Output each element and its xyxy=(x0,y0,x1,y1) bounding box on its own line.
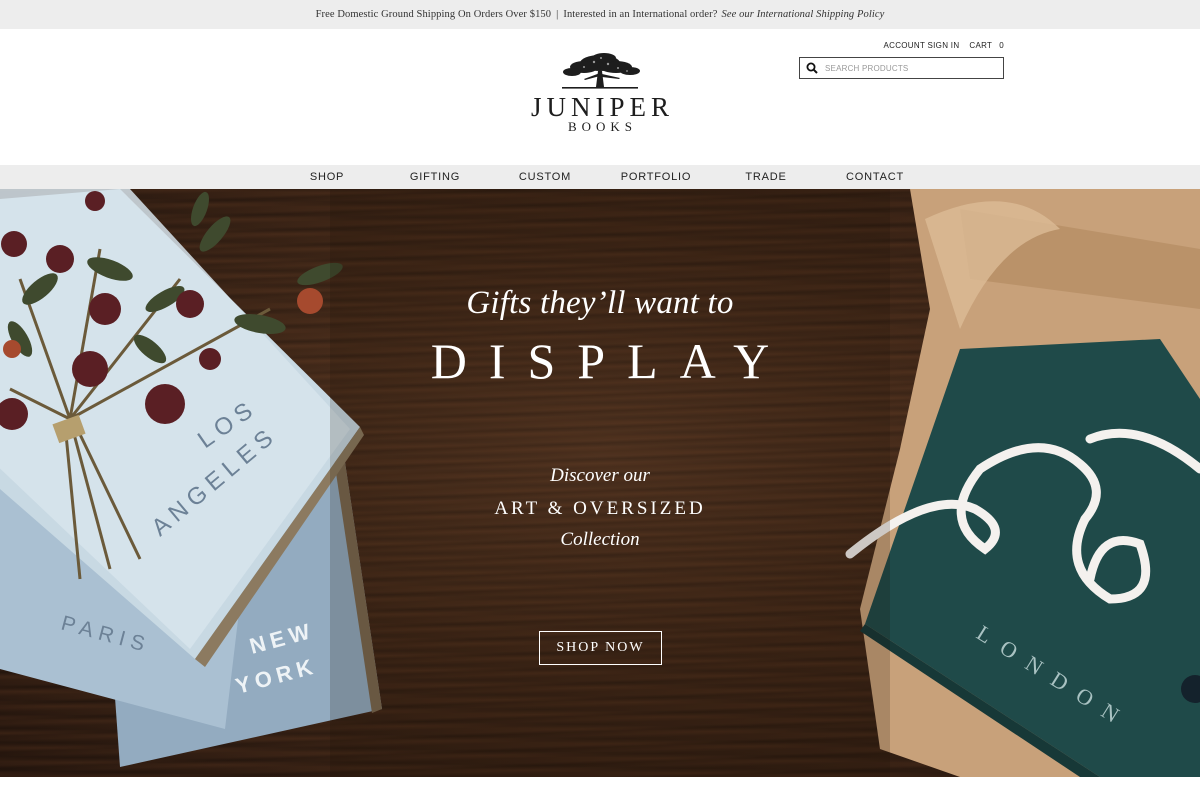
announcement-separator: | xyxy=(556,9,559,20)
announcement-bar: Free Domestic Ground Shipping On Orders … xyxy=(0,0,1200,29)
hero-subline-collection: Collection xyxy=(560,529,640,550)
brand-name-sub: BOOKS xyxy=(567,119,638,134)
hero-banner: LOS ANGELES PARIS NEW YORK LONDON Gifts … xyxy=(0,189,1200,777)
site-header: JUNIPER BOOKS ACCOUNT SIGN IN CART 0 xyxy=(0,29,1200,165)
account-links: ACCOUNT SIGN IN CART 0 xyxy=(883,41,1004,50)
search-box xyxy=(799,57,1004,79)
hero-copy: Gifts they’ll want to DISPLAY Discover o… xyxy=(0,189,1200,777)
nav-item-portfolio[interactable]: PORTFOLIO xyxy=(621,165,692,189)
cart-label: CART xyxy=(969,41,993,50)
international-shipping-policy-link[interactable]: See our International Shipping Policy xyxy=(721,9,884,20)
main-nav: SHOP GIFTING CUSTOM PORTFOLIO TRADE CONT… xyxy=(0,165,1200,189)
hero-headline-italic: Gifts they’ll want to xyxy=(466,285,734,321)
brand-logo[interactable]: JUNIPER BOOKS xyxy=(500,49,700,149)
search-input[interactable] xyxy=(825,63,995,73)
international-order-text: Interested in an International order? xyxy=(563,9,718,20)
nav-item-trade[interactable]: TRADE xyxy=(745,165,786,189)
search-icon[interactable] xyxy=(806,62,818,74)
nav-item-contact[interactable]: CONTACT xyxy=(846,165,904,189)
nav-item-custom[interactable]: CUSTOM xyxy=(519,165,571,189)
nav-item-shop[interactable]: SHOP xyxy=(310,165,344,189)
hero-headline-display: DISPLAY xyxy=(430,333,792,389)
cart-count: 0 xyxy=(999,41,1004,50)
cart-link[interactable]: CART 0 xyxy=(969,41,1004,50)
account-sign-in-link[interactable]: ACCOUNT SIGN IN xyxy=(883,41,959,50)
nav-item-gifting[interactable]: GIFTING xyxy=(410,165,460,189)
shipping-promo-text: Free Domestic Ground Shipping On Orders … xyxy=(315,9,552,20)
hero-subline-collection-name: ART & OVERSIZED xyxy=(494,498,706,519)
juniper-tree-icon xyxy=(562,53,640,89)
page-bottom xyxy=(0,777,1200,800)
shop-now-button[interactable]: SHOP NOW xyxy=(539,631,662,665)
hero-subline-discover: Discover our xyxy=(550,465,650,486)
brand-name-main: JUNIPER xyxy=(530,92,674,122)
